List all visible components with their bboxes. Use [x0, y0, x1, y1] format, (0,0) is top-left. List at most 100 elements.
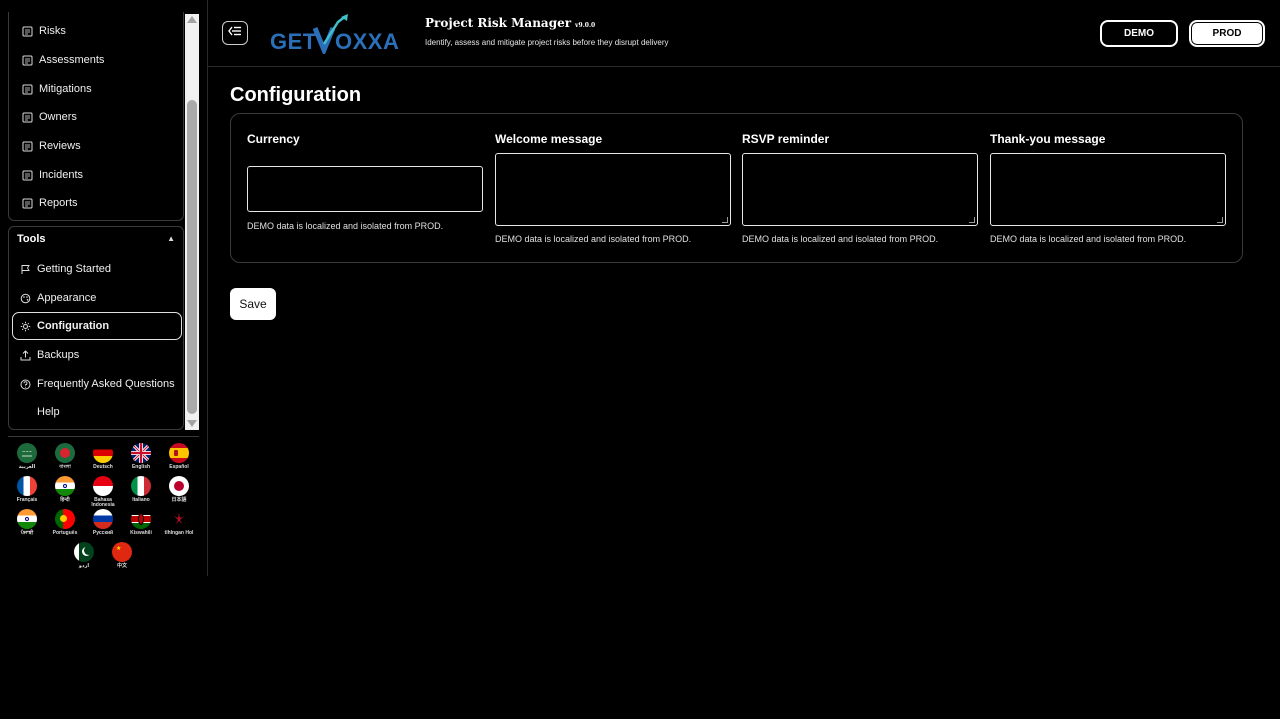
- language-german[interactable]: Deutsch: [85, 443, 121, 470]
- palette-icon: [19, 292, 31, 304]
- sidebar-item-mitigations[interactable]: Mitigations: [21, 79, 92, 99]
- language-bangla[interactable]: বাংলা: [47, 443, 83, 470]
- welcome-message-help-text: DEMO data is localized and isolated from…: [495, 234, 692, 244]
- sidebar-item-appearance[interactable]: Appearance: [19, 288, 96, 308]
- sidebar-item-label: Assessments: [39, 54, 105, 66]
- language-label: 中文: [116, 563, 127, 569]
- document-icon: [21, 140, 33, 152]
- language-label: 日本語: [171, 497, 187, 503]
- language-swahili[interactable]: Kiswahili: [123, 509, 159, 536]
- sidebar-item-label: Risks: [39, 25, 66, 37]
- language-label: ਪੰਜਾਬੀ: [20, 530, 34, 536]
- uk-flag-icon: [131, 443, 151, 463]
- welcome-message-label: Welcome message: [495, 132, 603, 146]
- thank-you-message-label: Thank-you message: [990, 132, 1106, 146]
- sidebar-item-configuration[interactable]: Configuration: [19, 316, 109, 336]
- language-chinese[interactable]: ★ 中文: [104, 542, 140, 569]
- language-label: Русский: [92, 530, 114, 536]
- language-label: Bahasa Indonesia: [91, 497, 115, 508]
- language-label: Deutsch: [93, 464, 113, 470]
- tools-heading[interactable]: Tools: [17, 233, 46, 245]
- language-label: Italiano: [132, 497, 150, 503]
- resize-handle-icon[interactable]: [1217, 217, 1223, 223]
- welcome-message-textarea[interactable]: [495, 153, 731, 226]
- sidebar-item-assessments[interactable]: Assessments: [21, 50, 104, 70]
- gear-icon: [19, 320, 31, 332]
- language-punjabi[interactable]: ਪੰਜਾਬੀ: [9, 509, 45, 536]
- save-button[interactable]: Save: [230, 288, 276, 320]
- kenya-flag-icon: [131, 509, 151, 529]
- demo-env-button[interactable]: DEMO: [1100, 20, 1178, 47]
- language-arabic[interactable]: ~~~ العربية: [9, 443, 45, 470]
- language-italian[interactable]: Italiano: [123, 476, 159, 503]
- scroll-down-arrow-icon[interactable]: [187, 420, 197, 427]
- resize-handle-icon[interactable]: [722, 217, 728, 223]
- rsvp-reminder-help-text: DEMO data is localized and isolated from…: [742, 234, 939, 244]
- currency-help-text: DEMO data is localized and isolated from…: [247, 221, 444, 231]
- language-english[interactable]: English: [123, 443, 159, 470]
- language-label: हिन्दी: [60, 497, 70, 503]
- document-icon: [21, 54, 33, 66]
- language-portuguese[interactable]: Português: [47, 509, 83, 536]
- collapse-menu-icon: [228, 24, 242, 42]
- sidebar-item-reports[interactable]: Reports: [21, 193, 78, 213]
- bangladesh-flag-icon: [55, 443, 75, 463]
- language-label: Português: [52, 530, 78, 536]
- app-version: v9.0.0: [575, 22, 596, 29]
- sidebar: Risks Assessments Mitigations Owners Rev…: [0, 0, 208, 576]
- sidebar-item-getting-started[interactable]: Getting Started: [19, 259, 111, 279]
- france-flag-icon: [17, 476, 37, 496]
- russia-flag-icon: [93, 509, 113, 529]
- prod-env-button[interactable]: PROD: [1189, 20, 1265, 47]
- sidebar-scrollbar[interactable]: [185, 14, 199, 430]
- resize-handle-icon[interactable]: [969, 217, 975, 223]
- currency-input[interactable]: [247, 166, 483, 212]
- language-klingon[interactable]: tlhIngan Hol: [161, 509, 197, 536]
- sidebar-item-label: Mitigations: [39, 83, 92, 95]
- sidebar-item-label: Backups: [37, 349, 80, 361]
- language-japanese[interactable]: 日本語: [161, 476, 197, 503]
- sidebar-item-help[interactable]: Help: [19, 402, 60, 422]
- document-icon: [21, 83, 33, 95]
- sidebar-item-backups[interactable]: Backups: [19, 345, 79, 365]
- sidebar-item-label: Frequently Asked Questions: [37, 378, 175, 390]
- indonesia-flag-icon: [93, 476, 113, 496]
- pakistan-flag-icon: [74, 542, 94, 562]
- sidebar-item-label: Reports: [39, 197, 78, 209]
- language-hindi[interactable]: हिन्दी: [47, 476, 83, 503]
- language-label: tlhIngan Hol: [164, 530, 194, 536]
- language-indonesian[interactable]: Bahasa Indonesia: [85, 476, 121, 508]
- india-flag-icon: [55, 476, 75, 496]
- sidebar-item-label: Appearance: [37, 292, 97, 304]
- rsvp-reminder-textarea[interactable]: [742, 153, 978, 226]
- sidebar-item-incidents[interactable]: Incidents: [21, 165, 83, 185]
- svg-text:OXXA: OXXA: [335, 29, 399, 54]
- svg-text:~~~: ~~~: [22, 449, 32, 454]
- rsvp-reminder-label: RSVP reminder: [742, 132, 830, 146]
- sidebar-item-risks[interactable]: Risks: [21, 21, 66, 41]
- top-bar: GET OXXA Project Risk Manager v9.0.0 Iden…: [208, 0, 1280, 67]
- scroll-thumb[interactable]: [187, 100, 197, 414]
- saudi-flag-icon: ~~~: [17, 443, 37, 463]
- sidebar-item-label: Help: [37, 406, 60, 418]
- collapse-sidebar-button[interactable]: [222, 21, 248, 45]
- language-spanish[interactable]: Español: [161, 443, 197, 470]
- document-icon: [21, 169, 33, 181]
- getvoxxa-logo: GET OXXA: [268, 14, 412, 57]
- sidebar-item-reviews[interactable]: Reviews: [21, 136, 81, 156]
- app-subtitle: Identify, assess and mitigate project ri…: [425, 38, 669, 47]
- sidebar-item-faq[interactable]: Frequently Asked Questions: [19, 374, 175, 394]
- sidebar-item-label: Configuration: [37, 320, 110, 332]
- china-flag-icon: ★: [112, 542, 132, 562]
- sidebar-item-owners[interactable]: Owners: [21, 107, 77, 127]
- scroll-up-arrow-icon[interactable]: [187, 16, 197, 23]
- divider: [8, 436, 199, 437]
- language-russian[interactable]: Русский: [85, 509, 121, 536]
- main-nav: Risks Assessments Mitigations Owners Rev…: [8, 12, 184, 221]
- klingon-emblem-icon: [169, 509, 189, 529]
- language-urdu[interactable]: اردو: [66, 542, 102, 569]
- language-french[interactable]: Français: [9, 476, 45, 503]
- thank-you-message-textarea[interactable]: [990, 153, 1226, 226]
- collapse-caret-icon[interactable]: ▲: [167, 234, 175, 243]
- document-icon: [21, 197, 33, 209]
